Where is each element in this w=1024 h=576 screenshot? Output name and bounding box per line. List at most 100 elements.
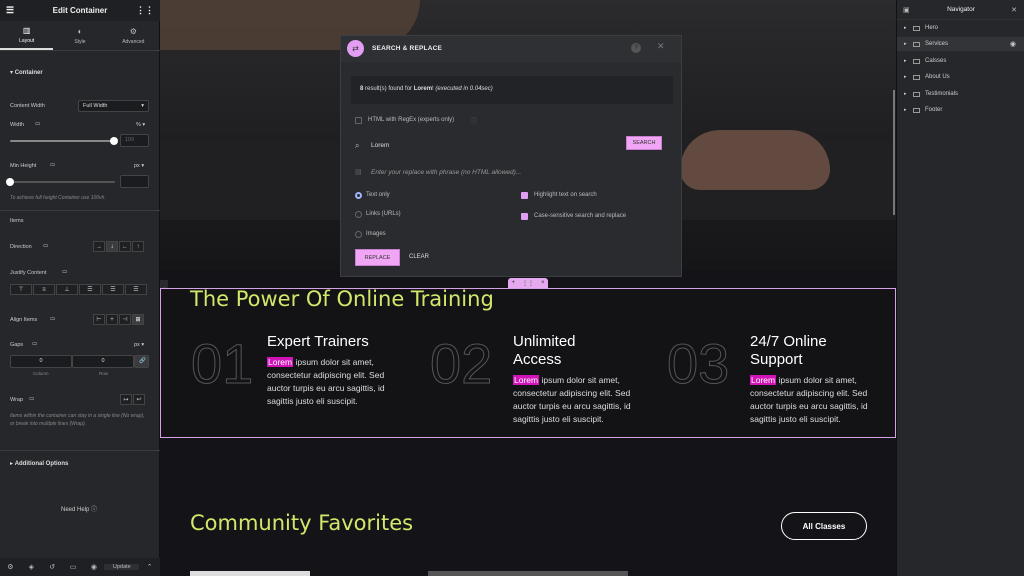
close-icon[interactable]: ✕: [1011, 6, 1017, 14]
section-additional-toggle[interactable]: ▸ Additional Options: [10, 460, 68, 467]
images-radio[interactable]: [355, 231, 362, 238]
min-height-unit[interactable]: px ▾: [134, 163, 144, 169]
navigator-item-classes[interactable]: ▸ Calsses: [897, 54, 1024, 68]
search-input[interactable]: Lorem: [371, 142, 389, 149]
highlight-label: Highlight text on search: [534, 192, 597, 198]
navigator-item-hero[interactable]: ▸ Hero: [897, 21, 1024, 35]
tab-advanced[interactable]: ⚙ Advanced: [107, 21, 160, 50]
direction-column-button[interactable]: ↓: [106, 241, 118, 252]
section-container-toggle[interactable]: ▾ Container: [10, 69, 43, 76]
navigator-item-testimonials[interactable]: ▸ Testimonials: [897, 87, 1024, 101]
result-message: 8 result(s) found for Lorem! (executed i…: [351, 76, 673, 104]
gap-column-input[interactable]: 0: [10, 355, 72, 368]
settings-icon[interactable]: ⚙: [0, 563, 21, 571]
align-end-button[interactable]: ⊣: [119, 314, 131, 325]
justify-evenly-button[interactable]: ☰: [125, 284, 147, 295]
gaps-label: Gaps: [10, 342, 24, 348]
width-slider[interactable]: [10, 140, 115, 142]
history-icon[interactable]: ↺: [42, 563, 63, 571]
justify-center-button[interactable]: ≡: [33, 284, 55, 295]
link-icon[interactable]: 🔗: [134, 355, 149, 368]
replace-button[interactable]: REPLACE: [355, 249, 400, 266]
container-handle[interactable]: + ⋮⋮ ×: [508, 278, 548, 288]
close-icon[interactable]: ✕: [657, 41, 665, 52]
gaps-unit[interactable]: px ▾: [134, 342, 144, 348]
layers-icon[interactable]: ◈: [21, 563, 42, 571]
wrap-button[interactable]: ↩: [133, 394, 145, 405]
feature-text: Lorem ipsum dolor sit amet, consectetur …: [267, 357, 385, 406]
feature-number: 03: [666, 332, 730, 395]
scrollbar[interactable]: [893, 90, 895, 215]
edit-panel: ☰ Edit Container ⋮⋮ ▥ Layout ◐ Style ⚙ Adva…: [0, 0, 160, 576]
direction-row-reverse-button[interactable]: ←: [119, 241, 131, 252]
grid-icon[interactable]: ⋮⋮: [136, 5, 154, 16]
direction-column-reverse-button[interactable]: ↑: [132, 241, 144, 252]
align-center-button[interactable]: +: [106, 314, 118, 325]
help-icon[interactable]: ?: [631, 43, 641, 53]
min-height-input[interactable]: [120, 175, 149, 188]
eye-icon[interactable]: ◉: [1010, 40, 1016, 48]
case-sensitive-checkbox[interactable]: [521, 213, 528, 220]
container-icon: [913, 107, 920, 113]
text-only-label: Text only: [366, 192, 390, 198]
panel-header: ☰ Edit Container ⋮⋮: [0, 0, 160, 21]
width-unit[interactable]: % ▾: [136, 122, 145, 128]
hamburger-icon[interactable]: ☰: [6, 5, 14, 16]
min-height-slider-handle[interactable]: [6, 178, 14, 186]
feature-title: 24/7 Online: [750, 333, 827, 350]
direction-row-button[interactable]: →: [93, 241, 105, 252]
gap-row-label: Row: [99, 371, 109, 376]
drag-icon[interactable]: ⋮⋮: [522, 280, 534, 287]
section-title: The Power Of Online Training: [190, 287, 494, 311]
navigator-item-about-us[interactable]: ▸ About Us: [897, 70, 1024, 84]
collapse-all-icon[interactable]: ▣: [903, 6, 910, 14]
feature-title: Expert Trainers: [267, 333, 369, 350]
class-thumbnail[interactable]: [428, 571, 628, 576]
chevron-up-icon[interactable]: ⌃: [139, 563, 160, 571]
links-radio[interactable]: [355, 211, 362, 218]
container-icon: [913, 91, 920, 97]
need-help-link[interactable]: Need Help ⓘ: [61, 504, 97, 513]
question-icon: ⓘ: [91, 507, 98, 513]
align-stretch-button[interactable]: ⊞: [132, 314, 144, 325]
justify-between-button[interactable]: ☰: [79, 284, 101, 295]
content-width-select[interactable]: Full Width ▾: [78, 100, 149, 112]
navigator-item-services[interactable]: ▸ Services ◉: [897, 37, 1024, 51]
clear-button[interactable]: CLEAR: [409, 254, 429, 260]
justify-start-button[interactable]: ⊤: [10, 284, 32, 295]
preview-canvas: ‹ ⇄ SEARCH & REPLACE ? ✕ 8 result(s) fou…: [160, 0, 896, 576]
search-highlight: Lorem: [267, 357, 294, 367]
responsive-icon[interactable]: ▭: [63, 563, 84, 571]
update-button[interactable]: Update: [104, 564, 140, 570]
search-replace-icon: ⇄: [347, 40, 364, 57]
class-thumbnail[interactable]: [190, 571, 310, 576]
nowrap-button[interactable]: ↦: [120, 394, 132, 405]
justify-end-button[interactable]: ⊥: [56, 284, 78, 295]
all-classes-button[interactable]: All Classes: [781, 512, 867, 540]
text-only-radio[interactable]: [355, 192, 362, 199]
feature-title-line2: Support: [750, 351, 803, 368]
min-height-slider[interactable]: [10, 181, 115, 183]
direction-label: Direction: [10, 244, 32, 250]
navigator-item-footer[interactable]: ▸ Footer: [897, 103, 1024, 117]
highlight-checkbox[interactable]: [521, 192, 528, 199]
width-input[interactable]: 100: [120, 134, 149, 147]
width-slider-handle[interactable]: [110, 137, 118, 145]
close-icon[interactable]: ×: [541, 280, 545, 286]
align-start-button[interactable]: ⊢: [93, 314, 105, 325]
justify-around-button[interactable]: ☰: [102, 284, 124, 295]
regex-checkbox[interactable]: [355, 117, 362, 124]
regex-label: HTML with RegEx (experts only): [368, 117, 455, 123]
gap-column-label: Column: [33, 371, 49, 376]
gap-row-input[interactable]: 0: [72, 355, 134, 368]
tab-style[interactable]: ◐ Style: [53, 21, 106, 50]
panel-title: Edit Container: [52, 6, 108, 15]
preview-eye-icon[interactable]: ◉: [84, 563, 105, 571]
tab-layout[interactable]: ▥ Layout: [0, 21, 54, 50]
container-icon: [913, 25, 920, 31]
container-icon: [913, 41, 920, 47]
add-icon[interactable]: +: [511, 280, 515, 286]
replace-input[interactable]: Enter your replace with phrase (no HTML …: [371, 169, 521, 176]
hero-image-hand: [680, 130, 830, 190]
search-button[interactable]: SEARCH: [626, 136, 662, 150]
